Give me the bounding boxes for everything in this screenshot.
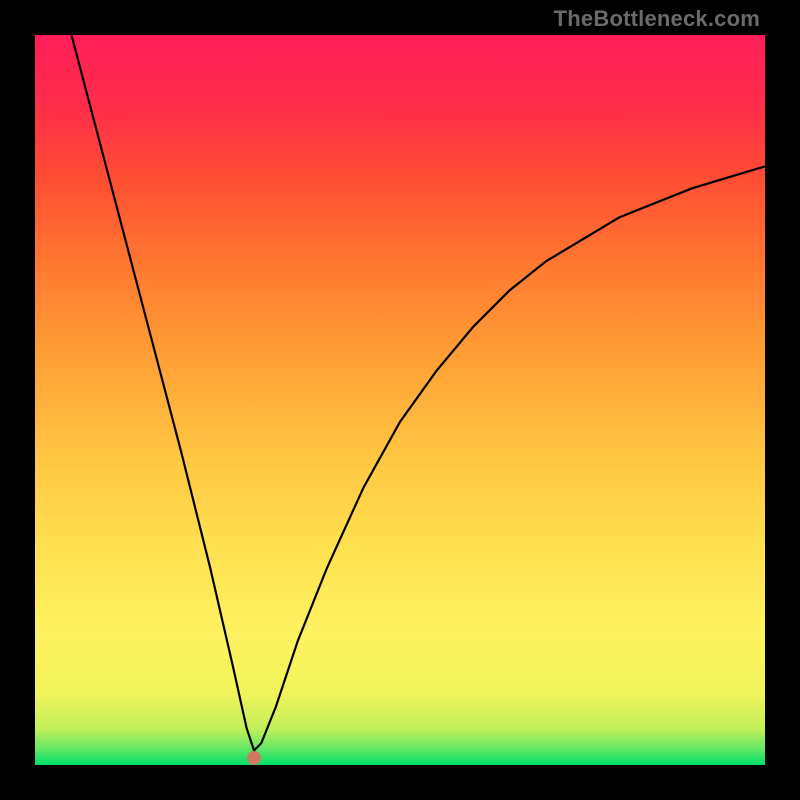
bottleneck-curve xyxy=(35,35,765,765)
plot-area xyxy=(35,35,765,765)
optimum-point-marker xyxy=(247,751,261,765)
chart-frame: TheBottleneck.com xyxy=(0,0,800,800)
attribution-label: TheBottleneck.com xyxy=(554,6,760,32)
